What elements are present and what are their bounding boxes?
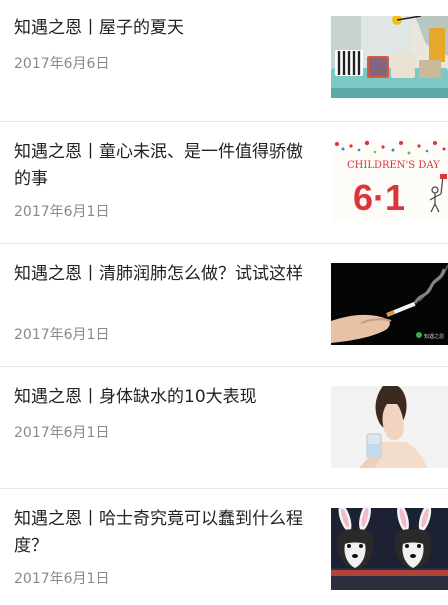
woman-drinking-water-image[interactable] [331, 386, 448, 468]
article-item[interactable]: 知遇之恩丨哈士奇究竟可以蠢到什么程度？ 2017年6月1日 [0, 489, 448, 605]
childrens-day-number: 6·1 [353, 177, 405, 218]
watermark-text: 知遇之恩 [424, 333, 444, 340]
article-title[interactable]: 知遇之恩丨童心未泯、是一件值得骄傲的事 [14, 139, 314, 193]
article-item[interactable]: 知遇之恩丨身体缺水的10大表现 2017年6月1日 [0, 367, 448, 488]
article-date: 2017年6月1日 [14, 425, 110, 441]
hand-cigarette-smoke-image[interactable]: 知遇之恩 [331, 263, 448, 345]
article-date: 2017年6月1日 [14, 571, 110, 587]
article-title[interactable]: 知遇之恩丨哈士奇究竟可以蠢到什么程度？ [14, 506, 314, 560]
article-date: 2017年6月1日 [14, 204, 110, 220]
childrens-day-heading: CHILDREN'S DAY [347, 160, 440, 171]
article-title[interactable]: 知遇之恩丨身体缺水的10大表现 [14, 384, 314, 411]
article-feed: 知遇之恩丨屋子的夏天 2017年6月6日 知遇之恩丨童心未泯、是一件值得骄傲的事… [0, 0, 448, 605]
article-item[interactable]: 知遇之恩丨屋子的夏天 2017年6月6日 [0, 0, 448, 120]
huskies-bunny-ears-image[interactable] [331, 508, 448, 590]
childrens-day-banner-image[interactable]: CHILDREN'S DAY 6·1 [331, 140, 448, 222]
article-item[interactable]: 知遇之恩丨童心未泯、是一件值得骄傲的事 2017年6月1日 CHILDREN'S… [0, 122, 448, 243]
article-title[interactable]: 知遇之恩丨清肺润肺怎么做？试试这样 [14, 261, 314, 288]
article-title[interactable]: 知遇之恩丨屋子的夏天 [14, 15, 314, 42]
article-date: 2017年6月1日 [14, 327, 110, 343]
article-date: 2017年6月6日 [14, 56, 110, 72]
article-item[interactable]: 知遇之恩丨清肺润肺怎么做？试试这样 2017年6月1日 知遇之恩 [0, 244, 448, 366]
living-room-sofa-image[interactable] [331, 16, 448, 98]
